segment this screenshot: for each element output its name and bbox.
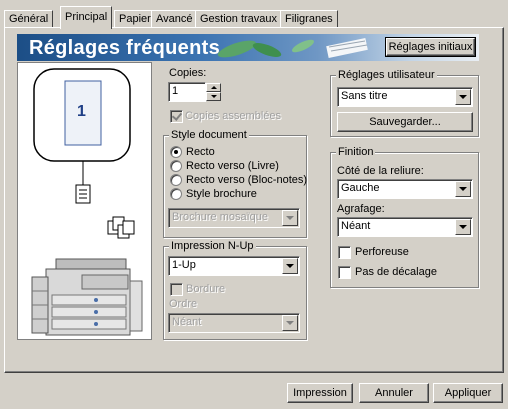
punch-label: Perforeuse <box>355 246 409 258</box>
radio-recto-verso-livre-label: Recto verso (Livre) <box>186 160 279 172</box>
user-settings-select[interactable]: Sans titre <box>337 87 473 107</box>
printer-illustration <box>31 258 143 336</box>
tab-avance[interactable]: Avancé <box>151 10 198 28</box>
tab-gestion-travaux[interactable]: Gestion travaux <box>195 10 283 28</box>
user-settings-legend: Réglages utilisateur <box>336 69 437 81</box>
chevron-down-icon[interactable] <box>282 315 298 331</box>
border-checkbox[interactable] <box>170 283 183 296</box>
preview-area: 1 <box>17 62 152 340</box>
tab-principal[interactable]: Principal <box>60 6 113 29</box>
order-label: Ordre <box>169 298 198 310</box>
collate-label: Copies assemblées <box>185 110 281 122</box>
binding-side-label: Côté de la reliure: <box>337 165 424 177</box>
chevron-down-icon[interactable] <box>455 219 471 235</box>
n-up-select-value: 1-Up <box>172 259 196 271</box>
radio-recto-verso-bloc-notes[interactable] <box>170 174 182 186</box>
initial-settings-button[interactable]: Réglages initiaux <box>385 37 476 57</box>
n-up-select[interactable]: 1-Up <box>168 256 300 276</box>
punch-checkbox[interactable] <box>338 246 351 259</box>
order-select-value: Néant <box>172 316 202 328</box>
radio-style-brochure[interactable] <box>170 188 182 200</box>
stapling-label: Agrafage: <box>337 203 385 215</box>
order-select[interactable]: Néant <box>168 313 300 333</box>
offset-checkbox[interactable] <box>338 266 351 279</box>
radio-recto-label: Recto <box>186 146 215 158</box>
offset-label: Pas de décalage <box>355 266 437 278</box>
binding-side-select[interactable]: Gauche <box>337 179 473 199</box>
banner-title: Réglages fréquents <box>29 37 221 59</box>
border-label: Bordure <box>186 283 226 295</box>
user-settings-select-value: Sans titre <box>341 90 388 102</box>
radio-recto-verso-livre[interactable] <box>170 160 182 172</box>
tab-papier[interactable]: Papier <box>114 10 156 28</box>
n-up-legend: Impression N-Up <box>169 240 256 252</box>
copies-up-arrow-icon[interactable] <box>206 83 221 92</box>
print-button[interactable]: Impression <box>287 383 353 403</box>
document-style-legend: Style document <box>169 129 249 141</box>
radio-style-brochure-label: Style brochure <box>186 188 257 200</box>
save-button[interactable]: Sauvegarder... <box>337 112 473 132</box>
brochure-select-value: Brochure mosaïque <box>172 211 268 223</box>
chevron-down-icon[interactable] <box>282 258 298 274</box>
copies-input[interactable]: 1 <box>168 82 206 102</box>
stapling-select[interactable]: Néant <box>337 217 473 237</box>
chevron-down-icon[interactable] <box>282 210 298 226</box>
copies-label: Copies: <box>169 67 207 79</box>
chevron-down-icon[interactable] <box>455 89 471 105</box>
stapling-value: Néant <box>341 220 371 232</box>
tab-strip: Général Principal Papier Avancé Gestion … <box>4 6 504 29</box>
chevron-down-icon[interactable] <box>455 181 471 197</box>
stacked-pages-icon <box>107 216 135 239</box>
radio-recto[interactable] <box>170 146 182 158</box>
radio-recto-verso-bloc-notes-label: Recto verso (Bloc-notes) <box>186 174 308 186</box>
cancel-button[interactable]: Annuler <box>359 383 429 403</box>
copies-stepper[interactable] <box>206 83 221 101</box>
frequent-settings-banner: Réglages fréquents Réglages initiaux <box>17 34 479 61</box>
banner-leaves-icon <box>217 37 368 59</box>
binding-side-value: Gauche <box>341 182 380 194</box>
copies-down-arrow-icon[interactable] <box>206 92 221 101</box>
tab-general[interactable]: Général <box>4 10 54 28</box>
apply-button[interactable]: Appliquer <box>433 383 503 403</box>
brochure-select[interactable]: Brochure mosaïque <box>168 208 300 228</box>
finishing-legend: Finition <box>336 146 376 158</box>
tab-filigranes[interactable]: Filigranes <box>280 10 338 28</box>
preview-page-number: 1 <box>77 103 86 120</box>
collate-checkbox[interactable] <box>170 110 183 123</box>
